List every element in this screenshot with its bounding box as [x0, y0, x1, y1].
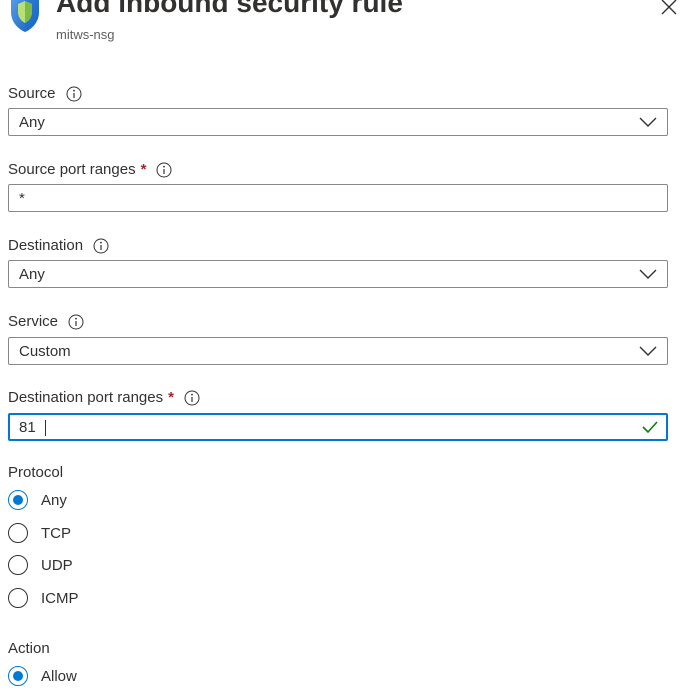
- protocol-option-icmp[interactable]: ICMP: [8, 586, 79, 610]
- destination-value: Any: [19, 266, 45, 283]
- source-label: Source: [8, 84, 82, 104]
- info-icon[interactable]: [68, 314, 84, 330]
- destination-port-ranges-field[interactable]: [8, 413, 668, 441]
- destination-port-ranges-label: Destination port ranges *: [8, 388, 200, 408]
- service-label: Service: [8, 312, 84, 332]
- radio-label: UDP: [41, 556, 73, 574]
- radio-label: Any: [41, 491, 67, 509]
- protocol-option-tcp[interactable]: TCP: [8, 521, 71, 545]
- chevron-down-icon: [639, 346, 657, 356]
- text-caret: [45, 420, 46, 436]
- action-option-allow[interactable]: Allow: [8, 664, 77, 688]
- service-dropdown[interactable]: Custom: [8, 337, 668, 365]
- radio-button[interactable]: [8, 523, 28, 543]
- source-port-ranges-label: Source port ranges *: [8, 160, 172, 180]
- radio-label: TCP: [41, 524, 71, 542]
- source-value: Any: [19, 114, 45, 131]
- info-icon[interactable]: [66, 86, 82, 102]
- page-title: Add inbound security rule: [56, 0, 403, 18]
- checkmark-icon: [642, 421, 658, 434]
- radio-button[interactable]: [8, 490, 28, 510]
- source-port-ranges-field[interactable]: [8, 184, 668, 212]
- add-inbound-rule-panel: Add inbound security rule mitws-nsg Sour…: [0, 0, 691, 691]
- chevron-down-icon: [639, 269, 657, 279]
- action-label: Action: [8, 640, 50, 657]
- radio-button[interactable]: [8, 588, 28, 608]
- destination-dropdown[interactable]: Any: [8, 260, 668, 288]
- required-asterisk: *: [168, 389, 174, 406]
- close-icon[interactable]: [656, 0, 682, 20]
- page-subtitle: mitws-nsg: [56, 27, 115, 42]
- protocol-option-udp[interactable]: UDP: [8, 553, 73, 577]
- radio-label: Allow: [41, 667, 77, 685]
- radio-label: ICMP: [41, 589, 79, 607]
- shield-icon: [11, 0, 39, 32]
- radio-button[interactable]: [8, 555, 28, 575]
- destination-port-ranges-input[interactable]: [19, 414, 619, 440]
- destination-label: Destination: [8, 236, 109, 256]
- source-port-ranges-input[interactable]: [19, 185, 619, 211]
- info-icon[interactable]: [93, 238, 109, 254]
- source-dropdown[interactable]: Any: [8, 108, 668, 136]
- protocol-option-any[interactable]: Any: [8, 488, 67, 512]
- info-icon[interactable]: [184, 390, 200, 406]
- required-asterisk: *: [140, 161, 147, 178]
- chevron-down-icon: [639, 117, 657, 127]
- radio-button[interactable]: [8, 666, 28, 686]
- info-icon[interactable]: [156, 162, 172, 178]
- protocol-label: Protocol: [8, 464, 64, 481]
- service-value: Custom: [19, 343, 71, 360]
